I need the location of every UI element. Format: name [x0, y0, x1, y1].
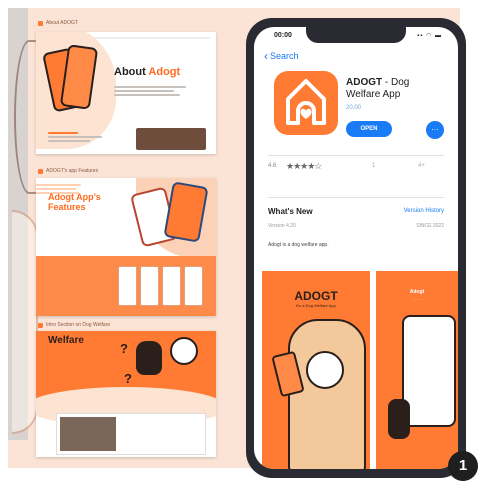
dog-illustration — [388, 399, 410, 439]
slide-title: Adogt App's Features — [48, 192, 101, 212]
release-date: SINCE 2022 — [416, 223, 444, 229]
question-mark: ? — [124, 371, 132, 386]
screen-thumb — [118, 266, 137, 306]
open-button[interactable]: OPEN — [346, 121, 392, 137]
divider — [268, 197, 444, 198]
slide-label-about: About ADOGT — [38, 20, 78, 26]
version-text: Version 4.20 — [268, 223, 296, 229]
star-rating-icon: ★★★★☆ — [286, 161, 322, 171]
slide-features[interactable]: Adogt App's Features — [36, 178, 216, 316]
slide-title: About Adogt — [114, 66, 181, 78]
screen-thumb — [184, 266, 203, 306]
screen-thumb — [162, 266, 181, 306]
slide-welfare[interactable]: Welfare ? ? — [36, 331, 216, 457]
screenshot-brand: Adogt — [409, 289, 425, 295]
kid-face-illustration — [306, 351, 344, 389]
rating-row: 4.6 ★★★★☆ 1 4+ — [268, 159, 444, 193]
back-button[interactable]: ‹ Search — [264, 48, 299, 63]
slide-label-text: ADOGT's app Features — [46, 168, 99, 174]
slide-label-text: About ADOGT — [46, 20, 78, 26]
dog-costume-illustration — [288, 319, 366, 469]
bullet-icon — [38, 322, 43, 328]
status-time: 00:00 — [274, 32, 292, 39]
screen-thumb — [140, 266, 159, 306]
release-description: Adogt is a dog welfare app. — [268, 242, 329, 248]
age-rating: 4+ — [418, 163, 425, 169]
slide-label-welfare: Intro Section on Dog Welfare — [38, 322, 110, 328]
bullet-icon — [38, 20, 43, 26]
back-label: Search — [270, 51, 299, 61]
slide-title: Welfare — [48, 335, 84, 346]
screenshot-tagline: It's a Dog Welfare App — [296, 303, 336, 308]
question-mark: ? — [120, 341, 128, 356]
body-text-lines — [114, 84, 194, 98]
status-icons: ▪▪ ◠ ▬ — [417, 33, 442, 39]
app-icon[interactable] — [274, 71, 338, 135]
caption-lines — [48, 130, 108, 144]
slide-label-text: Intro Section on Dog Welfare — [46, 322, 111, 328]
phone-notch — [306, 27, 406, 43]
share-button[interactable]: … — [426, 121, 444, 139]
dog-photo-strip — [136, 128, 206, 150]
divider — [268, 155, 444, 156]
whats-new-heading: What's New — [268, 207, 313, 216]
slide-about[interactable]: About Adogt — [36, 32, 216, 154]
version-history-link[interactable]: Version History — [404, 208, 444, 214]
screenshot-subtext: ............ — [411, 297, 422, 301]
slide-label-features: ADOGT's app Features — [38, 168, 98, 174]
app-store-screen: 00:00 ▪▪ ◠ ▬ ‹ Search ADOGT - Dog Welfar… — [254, 27, 458, 469]
kid-illustration — [170, 337, 198, 365]
step-number-badge: 1 — [448, 451, 478, 481]
dog-photo — [60, 417, 116, 451]
sketch-decoration-lower — [12, 210, 38, 434]
rating-value: 4.6 — [268, 163, 277, 169]
app-name: ADOGT - Dog Welfare App — [346, 77, 410, 100]
inner-phone-illustration — [402, 315, 456, 427]
screenshot-brand: ADOGT — [294, 289, 338, 303]
phone-mockup: 00:00 ▪▪ ◠ ▬ ‹ Search ADOGT - Dog Welfar… — [246, 18, 466, 478]
chevron-left-icon: ‹ — [264, 48, 268, 63]
rating-column: 1 — [372, 163, 376, 169]
screenshot-1[interactable]: ADOGT It's a Dog Welfare App — [262, 271, 370, 469]
screenshot-2[interactable]: Adogt ............ — [376, 271, 458, 469]
bullet-icon — [38, 168, 43, 174]
dog-illustration — [136, 341, 162, 375]
app-price: 20.00 — [346, 105, 362, 111]
